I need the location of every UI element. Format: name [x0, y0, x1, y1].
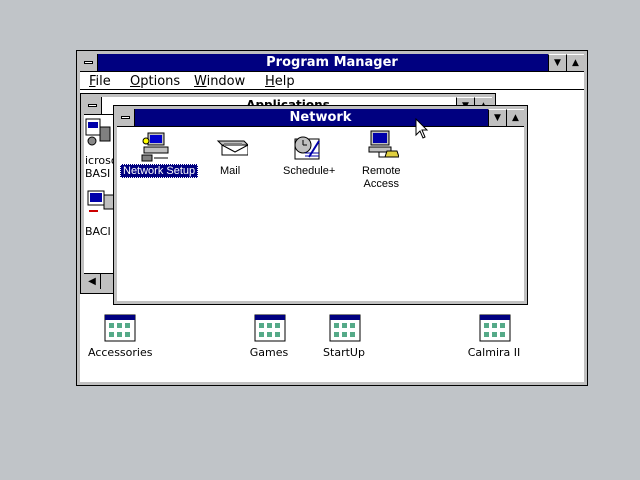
group-games[interactable]: Games: [238, 314, 300, 362]
network-setup-label[interactable]: Network Setup: [120, 164, 199, 178]
menu-window[interactable]: Window: [194, 74, 245, 89]
app-label-qbasic: BASI: [85, 167, 111, 180]
menu-bar: File Options Window Help: [80, 72, 584, 90]
group-label-calmira: Calmira II: [467, 346, 521, 359]
menu-options[interactable]: Options: [130, 74, 180, 89]
remote-access-icon[interactable]: [367, 129, 399, 161]
menu-file[interactable]: File: [89, 74, 111, 89]
maximize-button[interactable]: ▲: [566, 54, 584, 71]
schedule-icon[interactable]: [291, 131, 323, 163]
mouse-cursor-icon: [415, 118, 429, 139]
program-group-icon: [479, 314, 511, 342]
program-group-icon: [104, 314, 136, 342]
group-label-accessories: Accessories: [88, 346, 153, 359]
network-minimize-button[interactable]: ▼: [488, 109, 506, 126]
minimize-button[interactable]: ▼: [548, 54, 566, 71]
backup-icon[interactable]: [86, 189, 116, 219]
network-titlebar[interactable]: Network ▼ ▲: [117, 109, 524, 127]
group-accessories[interactable]: Accessories: [88, 314, 153, 362]
program-manager-title: Program Manager: [266, 55, 398, 70]
group-calmira[interactable]: Calmira II: [463, 314, 525, 362]
group-startup[interactable]: StartUp: [313, 314, 375, 362]
remote-access-label-line2: Access: [363, 178, 399, 190]
app-label-microsoft: icroso: [85, 154, 118, 167]
app-label-backup: BACI: [85, 225, 111, 238]
remote-access-label-line1: Remote: [362, 165, 401, 177]
network-window[interactable]: Network ▼ ▲ Network Setup Mail Schedule+: [113, 105, 528, 305]
network-title: Network: [289, 110, 352, 125]
menu-help[interactable]: Help: [265, 74, 295, 89]
mail-label[interactable]: Mail: [220, 165, 240, 177]
group-label-games: Games: [249, 346, 289, 359]
program-group-icon: [329, 314, 361, 342]
network-setup-icon[interactable]: [140, 131, 172, 163]
ms-dos-icon[interactable]: [84, 117, 114, 153]
applications-horizontal-scrollbar[interactable]: ◀: [84, 273, 114, 290]
scroll-left-button[interactable]: ◀: [84, 274, 101, 289]
schedule-label[interactable]: Schedule+: [283, 165, 335, 177]
network-maximize-button[interactable]: ▲: [506, 109, 524, 126]
program-manager-titlebar[interactable]: Program Manager ▼ ▲: [80, 54, 584, 72]
group-label-startup: StartUp: [323, 346, 365, 359]
program-group-icon: [254, 314, 286, 342]
remote-access-label[interactable]: Remote Access: [362, 165, 401, 191]
mail-icon[interactable]: [216, 131, 248, 163]
